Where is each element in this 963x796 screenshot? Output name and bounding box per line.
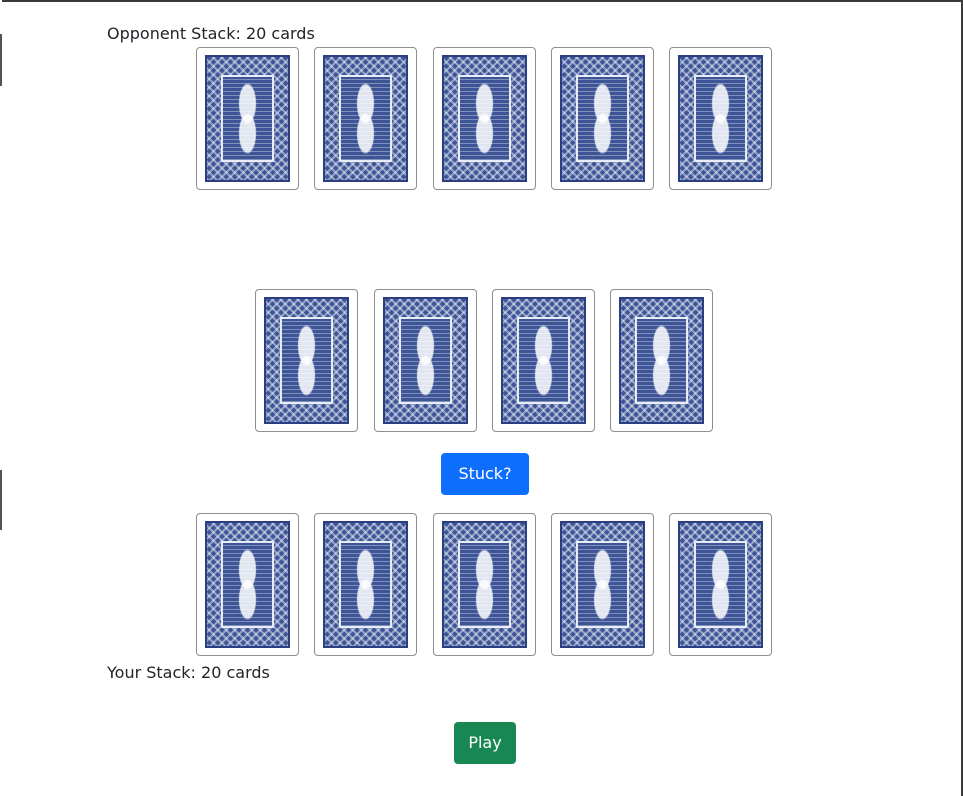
center-pile-card[interactable]	[610, 289, 713, 432]
center-pile-card[interactable]	[374, 289, 477, 432]
card-back	[619, 297, 704, 424]
player-card[interactable]	[433, 513, 536, 656]
center-pile-card[interactable]	[255, 289, 358, 432]
card-back	[678, 55, 763, 182]
opponent-card[interactable]	[314, 47, 417, 190]
card-back	[205, 521, 290, 648]
center-pile-card[interactable]	[492, 289, 595, 432]
card-back	[678, 521, 763, 648]
opponent-stack-label: Opponent Stack: 20 cards	[107, 24, 315, 43]
card-back	[501, 297, 586, 424]
card-back	[560, 55, 645, 182]
opponent-card[interactable]	[551, 47, 654, 190]
card-back	[383, 297, 468, 424]
card-back	[205, 55, 290, 182]
player-card[interactable]	[669, 513, 772, 656]
opponent-card[interactable]	[196, 47, 299, 190]
card-back	[442, 55, 527, 182]
card-back	[264, 297, 349, 424]
card-back	[560, 521, 645, 648]
player-card[interactable]	[196, 513, 299, 656]
stuck-button[interactable]: Stuck?	[441, 453, 529, 495]
card-back	[442, 521, 527, 648]
player-card[interactable]	[551, 513, 654, 656]
play-button[interactable]: Play	[454, 722, 516, 764]
left-edge	[0, 0, 2, 796]
opponent-card[interactable]	[669, 47, 772, 190]
card-back	[323, 521, 408, 648]
player-card[interactable]	[314, 513, 417, 656]
player-stack-label: Your Stack: 20 cards	[107, 663, 270, 682]
opponent-card[interactable]	[433, 47, 536, 190]
card-back	[323, 55, 408, 182]
